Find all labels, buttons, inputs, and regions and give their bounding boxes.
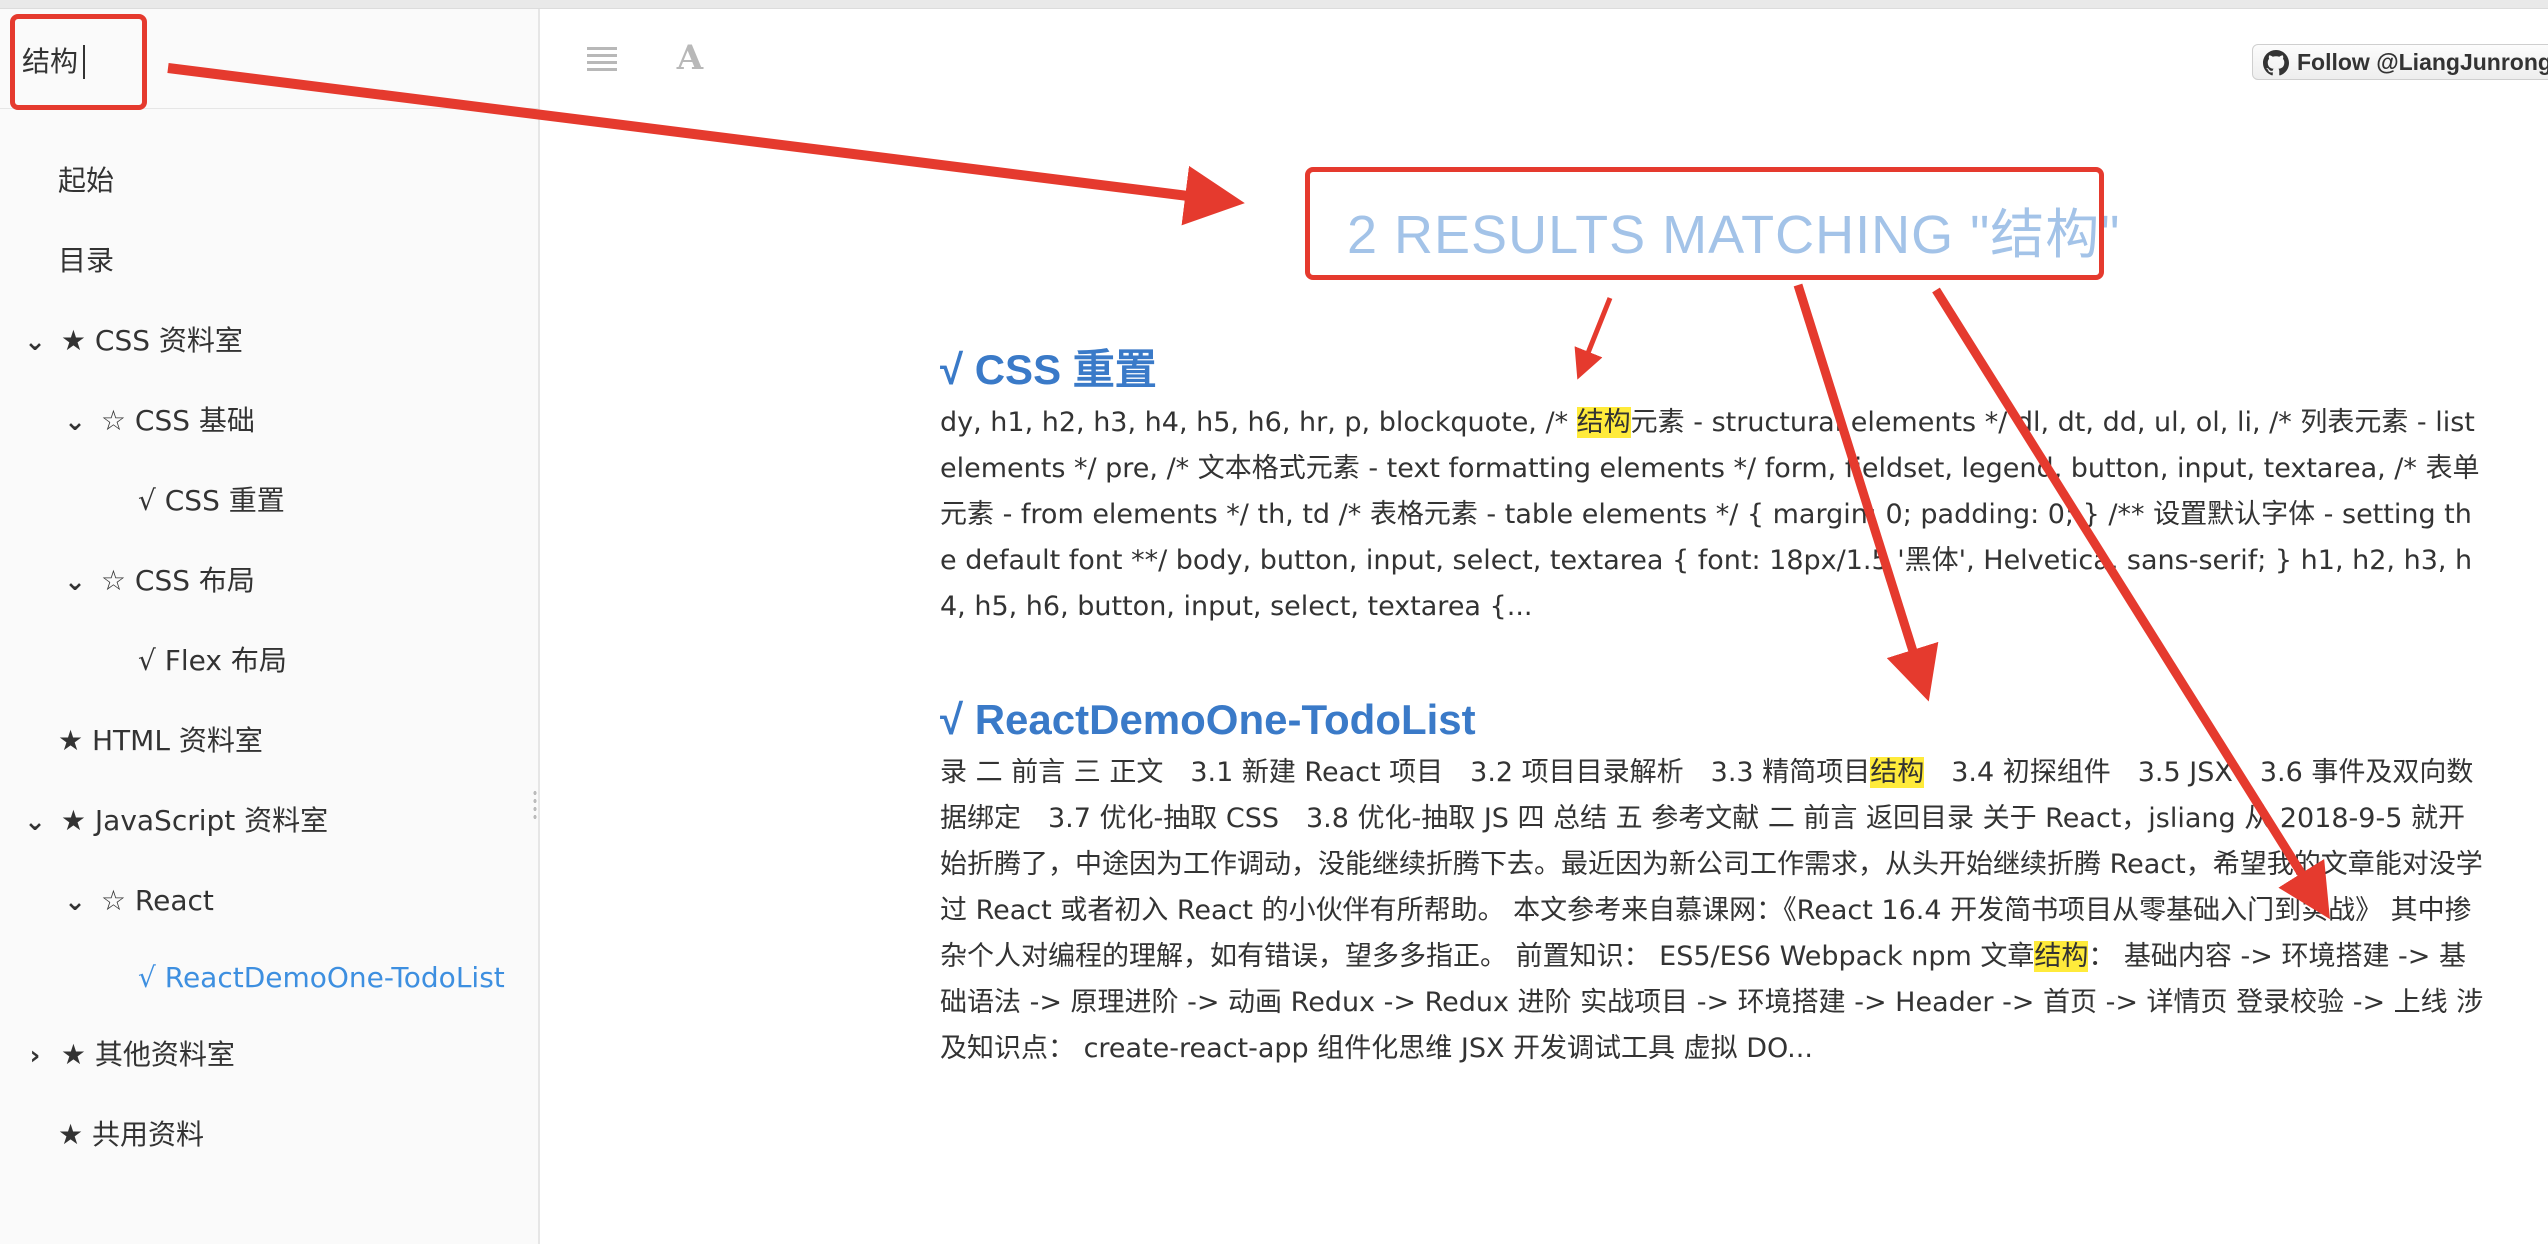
sidebar-item-react-demo-todolist[interactable]: √ ReactDemoOne-TodoList	[138, 950, 505, 1006]
result-title-link[interactable]: √ ReactDemoOne-TodoList	[940, 690, 2485, 750]
sidebar-item-shared-resources[interactable]: ★ 共用资料	[58, 1107, 204, 1163]
annotation-box-results-header	[1305, 167, 2104, 280]
follow-button-label: Follow @LiangJunrong	[2297, 49, 2548, 75]
sidebar-item-css-library[interactable]: ⌄ ★ CSS 资料室	[18, 313, 243, 369]
search-highlight: 结构	[1870, 757, 1925, 788]
sidebar: 起始 目录 ⌄ ★ CSS 资料室 ⌄ ☆ CSS 基础 √ CSS 重置 ⌄ …	[0, 9, 540, 1244]
sidebar-item-label: 目录	[58, 244, 115, 277]
chevron-down-icon[interactable]: ⌄	[18, 314, 52, 370]
sidebar-item-label: √ ReactDemoOne-TodoList	[138, 961, 505, 994]
window-top-edge	[0, 0, 2548, 9]
sidebar-resize-handle[interactable]	[532, 789, 538, 819]
sidebar-item-javascript-library[interactable]: ⌄ ★ JavaScript 资料室	[18, 793, 328, 849]
sidebar-item-label: ★ HTML 资料室	[58, 724, 263, 757]
chevron-down-icon[interactable]: ⌄	[58, 874, 92, 930]
sidebar-item-css-reset[interactable]: √ CSS 重置	[138, 473, 285, 529]
sidebar-item-label: ☆ CSS 布局	[100, 564, 255, 597]
font-icon-glyph: A	[676, 38, 704, 78]
sidebar-item-flex-layout[interactable]: √ Flex 布局	[138, 633, 287, 689]
chevron-down-icon[interactable]: ⌄	[58, 554, 92, 610]
sidebar-item-label: ★ 共用资料	[58, 1118, 205, 1151]
sidebar-item-label: ☆ CSS 基础	[100, 404, 255, 437]
sidebar-item-html-library[interactable]: ★ HTML 资料室	[58, 713, 263, 769]
hamburger-menu-icon[interactable]	[582, 38, 622, 78]
github-icon	[2263, 50, 2289, 76]
search-highlight: 结构	[1576, 407, 1631, 438]
sidebar-item-label: ★ CSS 资料室	[60, 324, 243, 357]
annotation-box-search	[10, 14, 147, 110]
sidebar-item-label: ☆ React	[100, 884, 214, 917]
sidebar-item-css-layout[interactable]: ⌄ ☆ CSS 布局	[58, 553, 255, 609]
result-snippet: dy, h1, h2, h3, h4, h5, h6, hr, p, block…	[940, 407, 2480, 622]
search-result-item: √ CSS 重置 dy, h1, h2, h3, h4, h5, h6, hr,…	[940, 340, 2485, 630]
chevron-down-icon[interactable]: ⌄	[18, 794, 52, 850]
result-title-link[interactable]: √ CSS 重置	[940, 340, 2485, 400]
search-highlight: 结构	[2034, 941, 2089, 972]
font-settings-icon[interactable]: A	[670, 38, 710, 78]
chevron-right-icon[interactable]: ›	[18, 1028, 52, 1084]
sidebar-item-label: 起始	[58, 164, 115, 197]
sidebar-item-react[interactable]: ⌄ ☆ React	[58, 873, 214, 929]
sidebar-item-label: √ CSS 重置	[138, 484, 285, 517]
sidebar-item-other-library[interactable]: › ★ 其他资料室	[18, 1027, 235, 1083]
sidebar-item-label: ★ JavaScript 资料室	[60, 804, 329, 837]
sidebar-item-css-basics[interactable]: ⌄ ☆ CSS 基础	[58, 393, 255, 449]
follow-github-button[interactable]: Follow @LiangJunrong	[2252, 44, 2548, 80]
sidebar-item-start[interactable]: 起始	[58, 153, 114, 209]
search-result-item: √ ReactDemoOne-TodoList 录 二 前言 三 正文 3.1 …	[940, 690, 2485, 1072]
sidebar-item-label: √ Flex 布局	[138, 644, 287, 677]
chevron-down-icon[interactable]: ⌄	[58, 394, 92, 450]
result-snippet: 录 二 前言 三 正文 3.1 新建 React 项目 3.2 项目目录解析 3…	[940, 757, 2484, 1064]
sidebar-item-toc[interactable]: 目录	[58, 233, 114, 289]
sidebar-item-label: ★ 其他资料室	[60, 1038, 235, 1071]
